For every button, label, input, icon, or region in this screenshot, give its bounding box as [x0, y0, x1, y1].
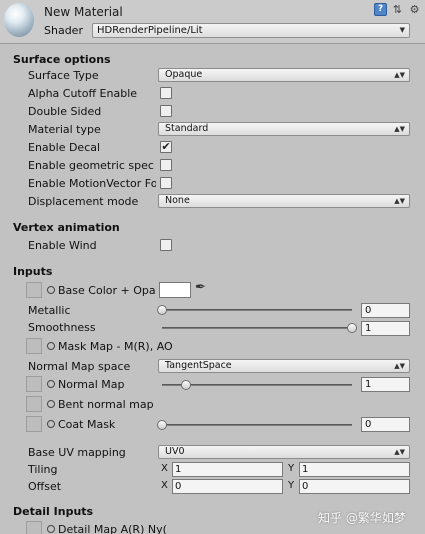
tiling-label: Tiling: [28, 463, 58, 476]
base-color-swatch[interactable]: [159, 282, 191, 298]
displacement-mode-label: Displacement mode: [28, 195, 139, 208]
offset-x-axis-label: X: [161, 480, 168, 491]
surface-type-label: Surface Type: [28, 69, 99, 82]
section-inputs: Inputs: [13, 265, 53, 278]
smoothness-slider-thumb[interactable]: [347, 323, 357, 333]
material-type-dropdown[interactable]: Standard ▲▼: [158, 122, 410, 136]
coat-mask-slider[interactable]: [157, 420, 352, 430]
metallic-slider[interactable]: [157, 305, 352, 315]
motion-vector-checkbox[interactable]: [160, 177, 172, 189]
offset-y-axis-label: Y: [288, 480, 295, 491]
chevron-down-icon: ▼: [399, 26, 405, 34]
watermark: 知乎 @繁华如梦: [318, 511, 406, 525]
shader-dropdown-value: HDRenderPipeline/Lit: [97, 25, 203, 36]
preset-icon[interactable]: ⇅: [391, 3, 404, 16]
shader-dropdown[interactable]: HDRenderPipeline/Lit ▼: [92, 23, 410, 38]
bent-normal-map-texture-slot[interactable]: [26, 396, 42, 412]
double-sided-label: Double Sided: [28, 105, 102, 118]
detail-map-texture-slot[interactable]: [26, 521, 42, 534]
object-picker-icon[interactable]: [47, 525, 55, 533]
material-header: New Material Shader HDRenderPipeline/Lit…: [0, 0, 425, 44]
enable-wind-checkbox[interactable]: [160, 239, 172, 251]
detail-map-label: Detail Map A(R) Ny(: [58, 523, 167, 534]
geometric-spec-checkbox[interactable]: [160, 159, 172, 171]
alpha-cutoff-label: Alpha Cutoff Enable: [28, 87, 138, 100]
tiling-x-axis-label: X: [161, 463, 168, 474]
help-icon[interactable]: ?: [374, 3, 387, 16]
coat-mask-field[interactable]: 0: [361, 417, 410, 432]
section-detail-inputs: Detail Inputs: [13, 505, 94, 518]
alpha-cutoff-checkbox[interactable]: [160, 87, 172, 99]
material-type-value: Standard: [165, 123, 209, 134]
material-name: New Material: [44, 5, 123, 19]
object-picker-icon[interactable]: [47, 380, 55, 388]
smoothness-label: Smoothness: [28, 321, 96, 334]
eyedropper-icon[interactable]: ✒: [195, 280, 206, 295]
normal-map-space-dropdown[interactable]: TangentSpace ▲▼: [158, 359, 410, 373]
normal-map-texture-slot[interactable]: [26, 376, 42, 392]
metallic-label: Metallic: [28, 304, 71, 317]
bent-normal-map-label: Bent normal map: [58, 398, 154, 411]
mask-map-texture-slot[interactable]: [26, 338, 42, 354]
normal-map-slider-thumb[interactable]: [180, 380, 191, 390]
tiling-y-field[interactable]: 1: [299, 462, 410, 477]
smoothness-slider[interactable]: [162, 323, 357, 333]
material-type-label: Material type: [28, 123, 101, 136]
geometric-spec-label: Enable geometric spec: [28, 159, 154, 172]
base-uv-mapping-value: UV0: [165, 446, 185, 457]
offset-x-field[interactable]: 0: [172, 479, 283, 494]
metallic-field[interactable]: 0: [361, 303, 410, 318]
checkmark-icon: ✔: [161, 140, 171, 153]
section-surface-options: Surface options: [13, 53, 111, 66]
normal-map-field[interactable]: 1: [361, 377, 410, 392]
displacement-mode-value: None: [165, 195, 190, 206]
mask-map-label: Mask Map - M(R), AO: [58, 340, 173, 353]
metallic-slider-thumb[interactable]: [157, 305, 167, 315]
object-picker-icon[interactable]: [47, 342, 55, 350]
offset-label: Offset: [28, 480, 62, 493]
dropdown-arrow-icon: ▲▼: [394, 71, 405, 79]
offset-y-field[interactable]: 0: [299, 479, 410, 494]
motion-vector-label: Enable MotionVector Fo: [28, 177, 156, 190]
coat-mask-texture-slot[interactable]: [26, 416, 42, 432]
settings-gear-icon[interactable]: ⚙: [408, 3, 421, 16]
header-icons: ? ⇅ ⚙: [374, 3, 421, 16]
double-sided-checkbox[interactable]: [160, 105, 172, 117]
dropdown-arrow-icon: ▲▼: [394, 125, 405, 133]
coat-mask-label: Coat Mask: [58, 418, 116, 431]
material-preview-sphere: [4, 3, 34, 37]
base-uv-mapping-label: Base UV mapping: [28, 446, 126, 459]
tiling-y-axis-label: Y: [288, 463, 295, 474]
shader-label: Shader: [44, 24, 83, 37]
smoothness-field[interactable]: 1: [361, 321, 410, 336]
dropdown-arrow-icon: ▲▼: [394, 448, 405, 456]
normal-map-space-value: TangentSpace: [165, 360, 232, 371]
base-color-texture-slot[interactable]: [26, 282, 42, 298]
tiling-x-field[interactable]: 1: [172, 462, 283, 477]
normal-map-space-label: Normal Map space: [28, 360, 131, 373]
displacement-mode-dropdown[interactable]: None ▲▼: [158, 194, 410, 208]
object-picker-icon[interactable]: [47, 286, 55, 294]
surface-type-value: Opaque: [165, 69, 203, 80]
object-picker-icon[interactable]: [47, 420, 55, 428]
surface-type-dropdown[interactable]: Opaque ▲▼: [158, 68, 410, 82]
base-uv-mapping-dropdown[interactable]: UV0 ▲▼: [158, 445, 410, 459]
normal-map-slider[interactable]: [162, 380, 352, 390]
section-vertex-animation: Vertex animation: [13, 221, 120, 234]
object-picker-icon[interactable]: [47, 400, 55, 408]
dropdown-arrow-icon: ▲▼: [394, 362, 405, 370]
normal-map-label: Normal Map: [58, 378, 125, 391]
coat-mask-slider-thumb[interactable]: [157, 420, 167, 430]
enable-decal-checkbox[interactable]: ✔: [160, 141, 172, 153]
base-color-label: Base Color + Opa: [58, 284, 156, 297]
dropdown-arrow-icon: ▲▼: [394, 197, 405, 205]
enable-wind-label: Enable Wind: [28, 239, 97, 252]
enable-decal-label: Enable Decal: [28, 141, 101, 154]
